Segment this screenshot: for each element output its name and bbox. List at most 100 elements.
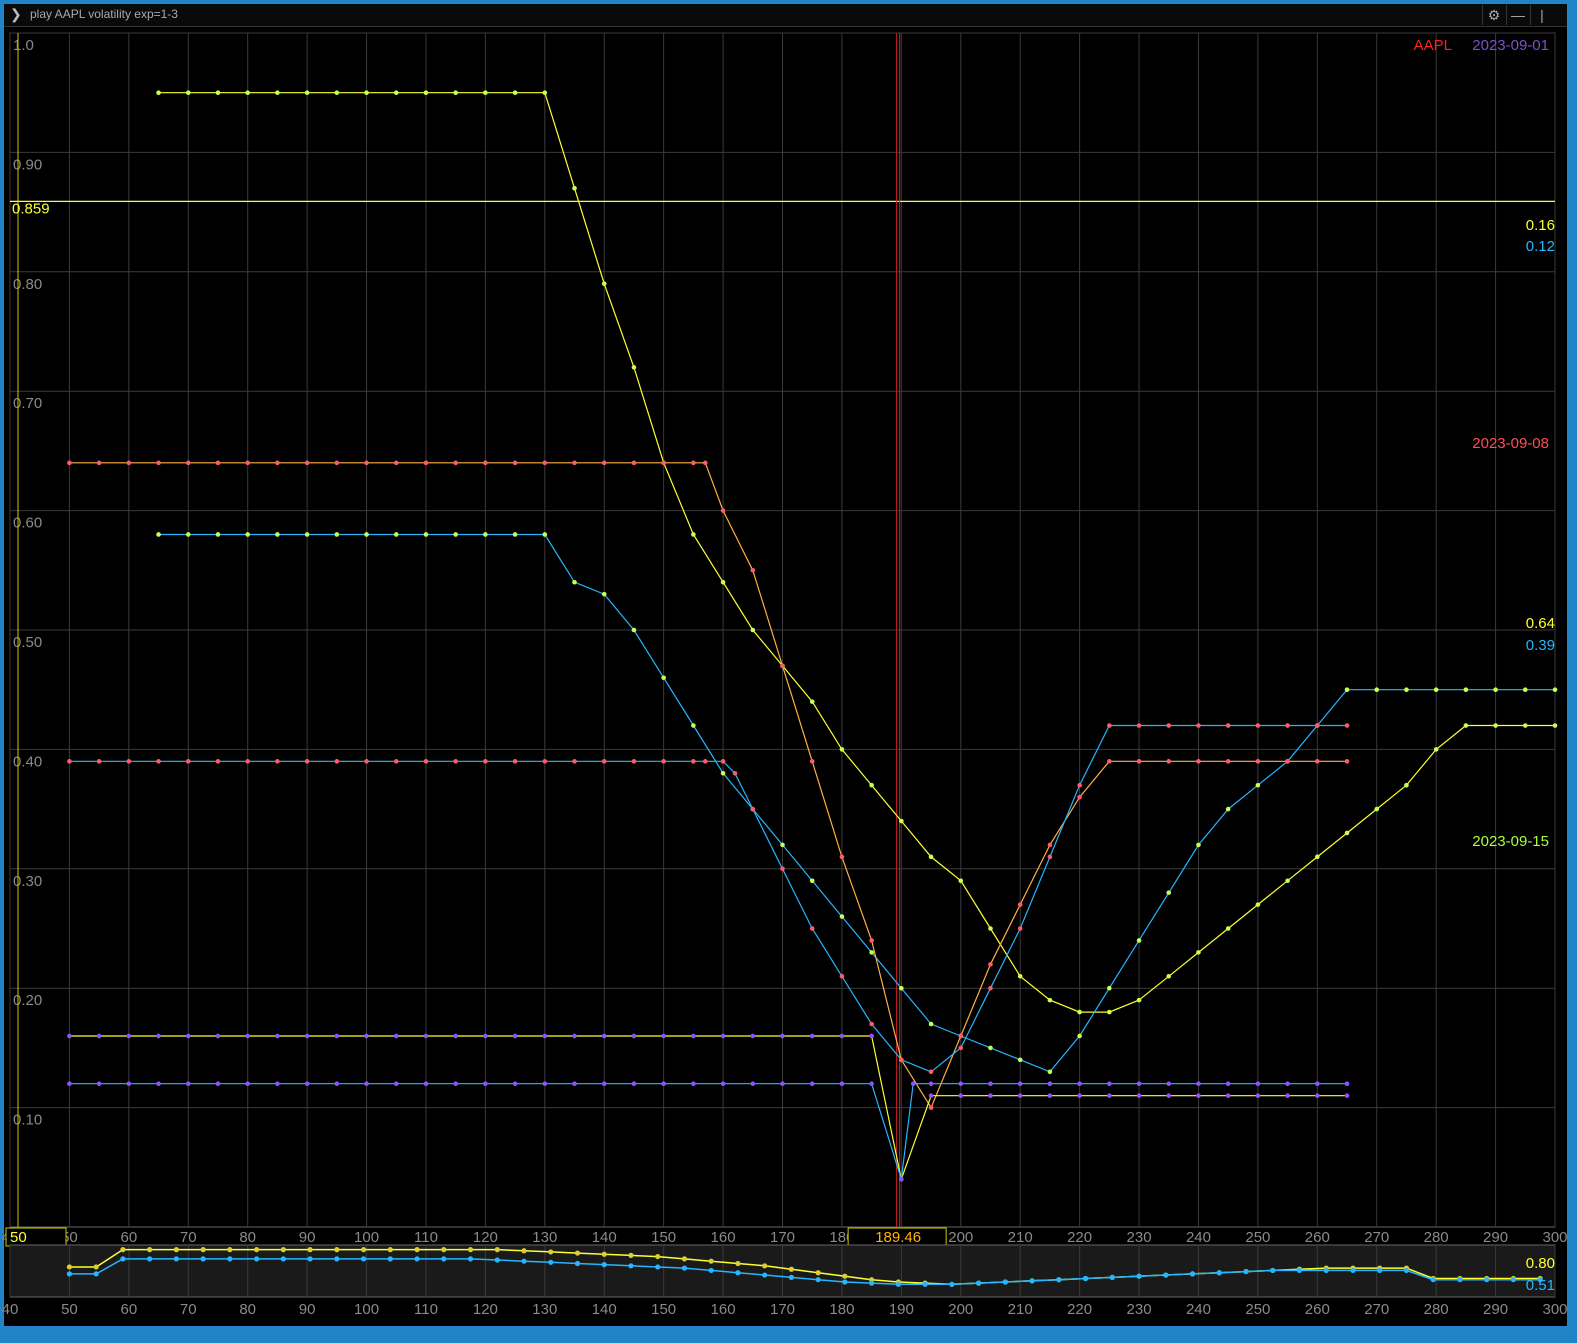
series-point (1017, 902, 1023, 907)
series-point (512, 460, 518, 466)
series-point (1136, 759, 1142, 764)
series-point (1493, 687, 1498, 692)
series-point (899, 985, 904, 991)
series-point (126, 1033, 132, 1039)
overview-point (708, 1267, 714, 1274)
series-point (1047, 1069, 1053, 1075)
series-point (1404, 687, 1409, 692)
series-point (661, 460, 666, 466)
series-point (542, 532, 548, 537)
series-point (364, 90, 369, 95)
x-tick-label: 290 (1483, 1229, 1508, 1246)
series-point (1047, 842, 1053, 848)
series-point (334, 1033, 340, 1039)
series-point (453, 532, 458, 537)
series-point (156, 1033, 161, 1039)
series-point (1077, 1081, 1082, 1087)
series-point (483, 90, 488, 95)
overview-point (655, 1264, 661, 1270)
series-point (96, 1033, 102, 1039)
series-point (750, 568, 756, 573)
series-point (1225, 723, 1231, 728)
series-point (542, 1033, 548, 1039)
series-point (1255, 1081, 1261, 1087)
series-point (631, 365, 637, 370)
x-tick-label: 140 (592, 1229, 617, 1246)
legend-expiration-3: 2023-09-15 (1472, 833, 1549, 850)
series-point (453, 759, 458, 764)
x-tick-label: 160 (711, 1229, 736, 1246)
overview-x-tick-label: 60 (121, 1301, 138, 1318)
series-point (1285, 723, 1290, 728)
series-point (691, 1033, 696, 1039)
series-point (1493, 723, 1498, 728)
series-point (1136, 1093, 1142, 1098)
series-point (1433, 687, 1439, 692)
series-point (423, 532, 429, 537)
series-point (869, 938, 874, 943)
overview-point (280, 1247, 286, 1253)
series-point (96, 759, 102, 764)
overview-point (254, 1256, 260, 1262)
series-point (1166, 759, 1172, 764)
volatility-chart[interactable]: 4040505060607070808090901001001101101201… (0, 0, 1577, 1343)
series-point (1225, 1081, 1231, 1087)
series-point (869, 1021, 874, 1027)
overview-point (815, 1270, 821, 1276)
x-tick-label: 70 (180, 1229, 197, 1246)
overview-x-tick-label: 190 (889, 1301, 914, 1318)
series-point (899, 818, 904, 824)
series-point (780, 1081, 785, 1087)
series-point (958, 1093, 964, 1098)
series-point (275, 759, 280, 764)
overview-x-tick-label: 180 (829, 1301, 854, 1318)
series-point (275, 532, 280, 537)
overview-point (227, 1256, 233, 1262)
overview-point (922, 1281, 928, 1287)
series-point (1552, 723, 1558, 728)
series-point (1047, 1081, 1053, 1087)
app-frame: ❯ play AAPL volatility exp=1-3 ⚙ — | 404… (0, 0, 1577, 1343)
series-point (1255, 723, 1261, 728)
series-point (1225, 759, 1231, 764)
y-tick-label: 0.10 (13, 1112, 42, 1129)
overview-point (1403, 1267, 1410, 1274)
series-point (572, 759, 577, 764)
series-point (483, 460, 488, 466)
overview-point (1002, 1279, 1008, 1285)
series-point (1196, 842, 1201, 848)
series-point (1107, 985, 1112, 991)
series-point (1136, 1081, 1142, 1087)
series-point (1136, 997, 1142, 1003)
series-point (1107, 759, 1112, 764)
overview-point (360, 1247, 367, 1253)
series-point (483, 759, 488, 764)
series-point (750, 627, 756, 633)
series-point (1107, 1093, 1112, 1098)
series-point (364, 1081, 369, 1087)
series-point (1374, 687, 1380, 692)
series-point (1225, 1093, 1231, 1098)
overview-point (574, 1260, 581, 1267)
series-point (1315, 854, 1320, 860)
series-point (958, 878, 964, 884)
y-tick-label: 0.90 (13, 156, 42, 173)
series-point (215, 460, 221, 466)
series-point (1344, 759, 1350, 764)
series-point (1077, 1093, 1082, 1098)
series-point (572, 185, 577, 191)
series-point (67, 1033, 72, 1039)
overview-x-tick-label: 130 (532, 1301, 557, 1318)
series-point (423, 1033, 429, 1039)
overview-point (521, 1248, 527, 1254)
series-point (304, 1033, 310, 1039)
series-point (899, 1176, 904, 1182)
overview-point (467, 1256, 474, 1262)
overview-x-tick-label: 100 (354, 1301, 379, 1318)
overview-point (1029, 1278, 1035, 1284)
x-tick-label: 300 (1542, 1229, 1567, 1246)
series-point (750, 1081, 756, 1087)
series-point (423, 1081, 429, 1087)
overview-point (387, 1247, 393, 1253)
overview-point (1350, 1267, 1356, 1274)
